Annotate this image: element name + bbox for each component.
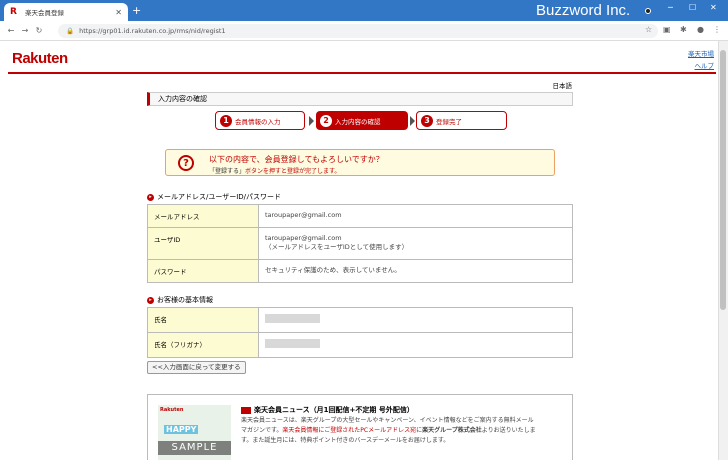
step-2: 2 入力内容の確認 <box>316 111 408 130</box>
thumb-logo: Rakuten <box>160 407 184 413</box>
rakuten-favicon-icon: R <box>10 6 17 17</box>
page-title: 入力内容の確認 <box>147 92 573 106</box>
account-section-title: ▸ メールアドレス/ユーザーID/パスワード <box>147 192 281 202</box>
browser-tab-bar: R 楽天会員登録 ✕ + Buzzword Inc. ─ ☐ ✕ <box>0 0 728 21</box>
minimize-icon[interactable]: ─ <box>668 3 673 12</box>
profile-icon[interactable] <box>645 8 651 14</box>
table-row: ユーザID taroupaper@gmail.com （メールアドレスをユーザID… <box>147 227 573 260</box>
table-row: 氏名 <box>147 307 573 333</box>
table-row: メールアドレス taroupaper@gmail.com <box>147 204 573 228</box>
password-value: セキュリティ保護のため、表示していません。 <box>258 259 573 283</box>
page-content: Rakuten 楽天市場 ヘルプ 日本語 入力内容の確認 1 会員情報の入力 2… <box>0 41 718 460</box>
row-label: メールアドレス <box>147 204 259 228</box>
step-arrow-icon <box>410 116 415 126</box>
name-value <box>258 307 573 333</box>
puzzle-icon[interactable]: ✱ <box>680 25 687 34</box>
sample-label: SAMPLE <box>158 441 231 455</box>
address-bar: ← → ↻ 🔒 https://grp01.id.rakuten.co.jp/r… <box>0 21 728 41</box>
newsletter-thumbnail: Rakuten HAPPY SAMPLE <box>158 405 231 460</box>
row-label: 氏名（フリガナ） <box>147 332 259 358</box>
url-field[interactable]: 🔒 https://grp01.id.rakuten.co.jp/rms/nid… <box>58 24 658 38</box>
redacted-value <box>265 314 320 323</box>
step-1-number: 1 <box>220 114 232 127</box>
thumb-happy: HAPPY <box>164 425 199 434</box>
basic-section-title: ▸ お客様の基本情報 <box>147 295 213 305</box>
overlay-brand: Buzzword Inc. <box>536 2 631 19</box>
newsletter-title: 楽天会員ニュース（月1回配信+不定期 号外配信） <box>241 405 414 415</box>
rakuten-logo[interactable]: Rakuten <box>12 50 68 67</box>
step-1-label: 会員情報の入力 <box>235 117 281 126</box>
basic-info-table: 氏名 氏名（フリガナ） <box>147 307 573 358</box>
back-to-edit-button[interactable]: <<入力画面に戻って変更する <box>147 361 246 374</box>
account-icon[interactable]: ● <box>697 25 704 34</box>
redacted-value <box>265 339 320 348</box>
scrollbar-thumb[interactable] <box>720 50 726 310</box>
question-icon: ? <box>178 155 194 171</box>
back-icon[interactable]: ← <box>4 26 18 35</box>
newsletter-box: Rakuten HAPPY SAMPLE 楽天会員ニュース（月1回配信+不定期 … <box>147 394 573 460</box>
mail-icon <box>241 406 251 414</box>
bullet-icon: ▸ <box>147 296 154 304</box>
header-links: 楽天市場 ヘルプ <box>688 48 714 72</box>
star-icon[interactable]: ☆ <box>645 25 652 34</box>
table-row: 氏名（フリガナ） <box>147 332 573 358</box>
url-text: https://grp01.id.rakuten.co.jp/rms/nid/r… <box>79 27 226 35</box>
row-label: パスワード <box>147 259 259 283</box>
browser-tab[interactable]: R 楽天会員登録 ✕ <box>4 3 128 21</box>
bullet-icon: ▸ <box>147 193 154 201</box>
userid-note: （メールアドレスをユーザIDとして使用します） <box>265 243 409 251</box>
rakuten-market-link[interactable]: 楽天市場 <box>688 48 714 60</box>
close-window-icon[interactable]: ✕ <box>710 3 717 12</box>
confirm-notice: ? 以下の内容で、会員登録してもよろしいですか？ 「登録する」ボタンを押すと登録… <box>165 149 555 176</box>
tab-title: 楽天会員登録 <box>25 9 64 17</box>
userid-value: taroupaper@gmail.com （メールアドレスをユーザIDとして使用し… <box>258 227 573 260</box>
step-arrow-icon <box>309 116 314 126</box>
step-2-label: 入力内容の確認 <box>335 117 381 126</box>
furigana-value <box>258 332 573 358</box>
menu-icon[interactable]: ⋮ <box>713 25 721 34</box>
step-1: 1 会員情報の入力 <box>215 111 305 130</box>
step-3-number: 3 <box>421 114 433 127</box>
new-tab-icon[interactable]: + <box>132 4 141 17</box>
email-value: taroupaper@gmail.com <box>258 204 573 228</box>
row-label: 氏名 <box>147 307 259 333</box>
extension-icon[interactable]: ▣ <box>663 25 671 34</box>
step-3-label: 登録完了 <box>436 117 462 126</box>
reload-icon[interactable]: ↻ <box>32 26 46 35</box>
newsletter-description: 楽天会員ニュースは、楽天グループの大型セールやキャンペーン、イベント情報などをご… <box>241 417 536 444</box>
step-3: 3 登録完了 <box>416 111 507 130</box>
lock-icon: 🔒 <box>66 27 75 35</box>
step-2-number: 2 <box>320 114 332 127</box>
table-row: パスワード セキュリティ保護のため、表示していません。 <box>147 259 573 283</box>
close-tab-icon[interactable]: ✕ <box>115 8 122 17</box>
forward-icon[interactable]: → <box>18 26 32 35</box>
account-table: メールアドレス taroupaper@gmail.com ユーザID tarou… <box>147 204 573 283</box>
confirm-message: 以下の内容で、会員登録してもよろしいですか？ <box>209 155 384 164</box>
maximize-icon[interactable]: ☐ <box>689 3 696 12</box>
language-selector[interactable]: 日本語 <box>553 80 573 90</box>
row-label: ユーザID <box>147 227 259 260</box>
confirm-subtext: 「登録する」ボタンを押すと登録が完了します。 <box>209 168 341 175</box>
header-divider <box>8 72 716 74</box>
help-link[interactable]: ヘルプ <box>688 60 715 72</box>
